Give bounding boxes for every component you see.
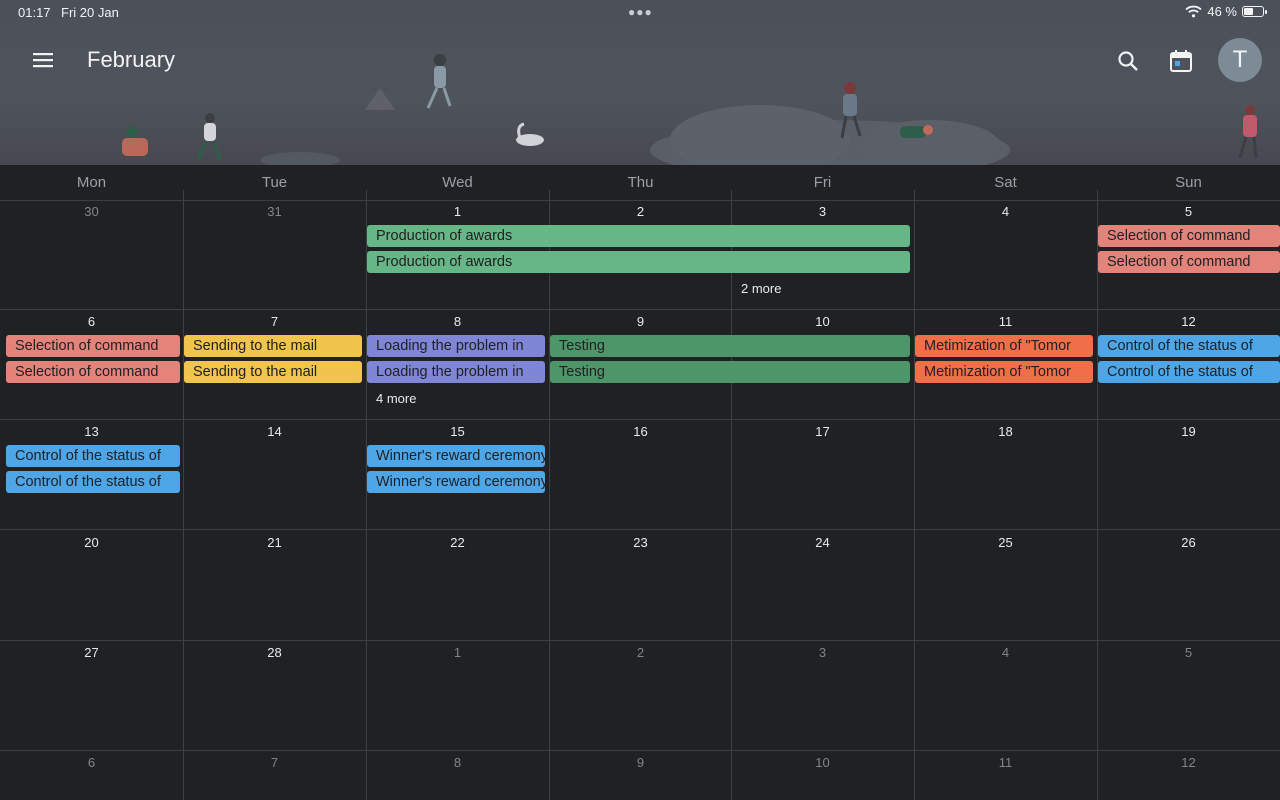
grid-line <box>0 200 1280 201</box>
day-number[interactable]: 5 <box>1097 645 1280 660</box>
day-number[interactable]: 3 <box>731 645 914 660</box>
battery-icon <box>1242 6 1267 17</box>
day-number[interactable]: 20 <box>0 535 183 550</box>
day-number[interactable]: 16 <box>549 424 732 439</box>
day-number[interactable]: 14 <box>183 424 366 439</box>
day-number[interactable]: 15 <box>366 424 549 439</box>
calendar-header: 01:17 Fri 20 Jan ●●● 46 % February T <box>0 0 1280 165</box>
grid-line <box>0 640 1280 641</box>
day-number[interactable]: 21 <box>183 535 366 550</box>
day-number[interactable]: 17 <box>731 424 914 439</box>
event-chip[interactable]: Winner's reward ceremony <box>367 445 545 467</box>
more-events-link[interactable]: 2 more <box>741 281 781 296</box>
weekday-label: Sun <box>1175 174 1202 191</box>
day-number[interactable]: 26 <box>1097 535 1280 550</box>
day-number[interactable]: 24 <box>731 535 914 550</box>
day-number[interactable]: 10 <box>731 755 914 770</box>
event-chip[interactable]: Loading the problem in <box>367 361 545 383</box>
event-chip[interactable]: Testing <box>550 361 910 383</box>
month-grid[interactable]: 30 31 1 2 3 4 5 6 7 8 9 10 11 12 13 14 1… <box>0 190 1280 800</box>
day-number[interactable]: 8 <box>366 314 549 329</box>
grid-line <box>914 190 915 800</box>
event-chip[interactable]: Production of awards <box>367 251 910 273</box>
grid-line <box>183 190 184 800</box>
event-chip[interactable]: Control of the status of <box>6 445 180 467</box>
status-date: Fri 20 Jan <box>61 5 119 20</box>
wifi-icon <box>1185 5 1202 18</box>
day-number[interactable]: 2 <box>549 204 732 219</box>
grid-line <box>549 190 550 800</box>
day-number[interactable]: 27 <box>0 645 183 660</box>
weekday-label: Fri <box>813 174 832 191</box>
day-number[interactable]: 6 <box>0 755 183 770</box>
day-number[interactable]: 1 <box>366 645 549 660</box>
event-chip[interactable]: Control of the status of <box>1098 335 1280 357</box>
event-chip[interactable]: Testing <box>550 335 910 357</box>
more-events-link[interactable]: 4 more <box>376 391 416 406</box>
day-number[interactable]: 23 <box>549 535 732 550</box>
grid-line <box>731 190 732 800</box>
event-chip[interactable]: Production of awards <box>367 225 910 247</box>
weekday-label: Tue <box>261 174 288 191</box>
day-number[interactable]: 3 <box>731 204 914 219</box>
menu-icon[interactable] <box>30 48 56 72</box>
day-number[interactable]: 9 <box>549 755 732 770</box>
event-chip[interactable]: Winner's reward ceremony <box>367 471 545 493</box>
grid-line <box>0 419 1280 420</box>
day-number[interactable]: 13 <box>0 424 183 439</box>
day-number[interactable]: 9 <box>549 314 732 329</box>
month-title[interactable]: February <box>87 47 175 73</box>
event-chip[interactable]: Selection of command <box>1098 251 1280 273</box>
grid-line <box>366 190 367 800</box>
event-chip[interactable]: Control of the status of <box>1098 361 1280 383</box>
day-number[interactable]: 19 <box>1097 424 1280 439</box>
event-chip[interactable]: Metimization of "Tomor <box>915 335 1093 357</box>
account-avatar[interactable]: T <box>1218 38 1262 82</box>
day-number[interactable]: 4 <box>914 204 1097 219</box>
day-number[interactable]: 5 <box>1097 204 1280 219</box>
weekday-label: Sat <box>994 174 1017 191</box>
today-calendar-icon[interactable] <box>1167 47 1195 75</box>
event-chip[interactable]: Sending to the mail <box>184 361 362 383</box>
day-number[interactable]: 31 <box>183 204 366 219</box>
weekday-label: Mon <box>76 174 107 191</box>
weekday-header-row: Mon Tue Wed Thu Fri Sat Sun <box>0 165 1280 200</box>
day-number[interactable]: 30 <box>0 204 183 219</box>
grid-line <box>0 309 1280 310</box>
event-chip[interactable]: Selection of command <box>6 335 180 357</box>
event-chip[interactable]: Control of the status of <box>6 471 180 493</box>
event-chip[interactable]: Loading the problem in <box>367 335 545 357</box>
event-chip[interactable]: Metimization of "Tomor <box>915 361 1093 383</box>
weekday-label: Wed <box>442 174 473 191</box>
day-number[interactable]: 2 <box>549 645 732 660</box>
status-time: 01:17 <box>18 5 51 20</box>
multitasking-dots-icon[interactable]: ●●● <box>628 5 653 19</box>
event-chip[interactable]: Selection of command <box>1098 225 1280 247</box>
day-number[interactable]: 22 <box>366 535 549 550</box>
winter-scene-illustration <box>122 54 1258 165</box>
event-chip[interactable]: Sending to the mail <box>184 335 362 357</box>
status-indicators: 46 % <box>1185 4 1267 19</box>
day-number[interactable]: 7 <box>183 314 366 329</box>
day-number[interactable]: 6 <box>0 314 183 329</box>
grid-line <box>0 750 1280 751</box>
day-number[interactable]: 8 <box>366 755 549 770</box>
grid-line <box>1097 190 1098 800</box>
grid-line <box>0 529 1280 530</box>
event-chip[interactable]: Selection of command <box>6 361 180 383</box>
battery-percent: 46 % <box>1207 4 1237 19</box>
day-number[interactable]: 12 <box>1097 314 1280 329</box>
day-number[interactable]: 4 <box>914 645 1097 660</box>
day-number[interactable]: 18 <box>914 424 1097 439</box>
day-number[interactable]: 10 <box>731 314 914 329</box>
day-number[interactable]: 25 <box>914 535 1097 550</box>
day-number[interactable]: 12 <box>1097 755 1280 770</box>
weekday-label: Thu <box>627 174 654 191</box>
day-number[interactable]: 28 <box>183 645 366 660</box>
day-number[interactable]: 11 <box>914 314 1097 329</box>
day-number[interactable]: 1 <box>366 204 549 219</box>
day-number[interactable]: 11 <box>914 755 1097 770</box>
day-number[interactable]: 7 <box>183 755 366 770</box>
search-icon[interactable] <box>1114 47 1142 75</box>
